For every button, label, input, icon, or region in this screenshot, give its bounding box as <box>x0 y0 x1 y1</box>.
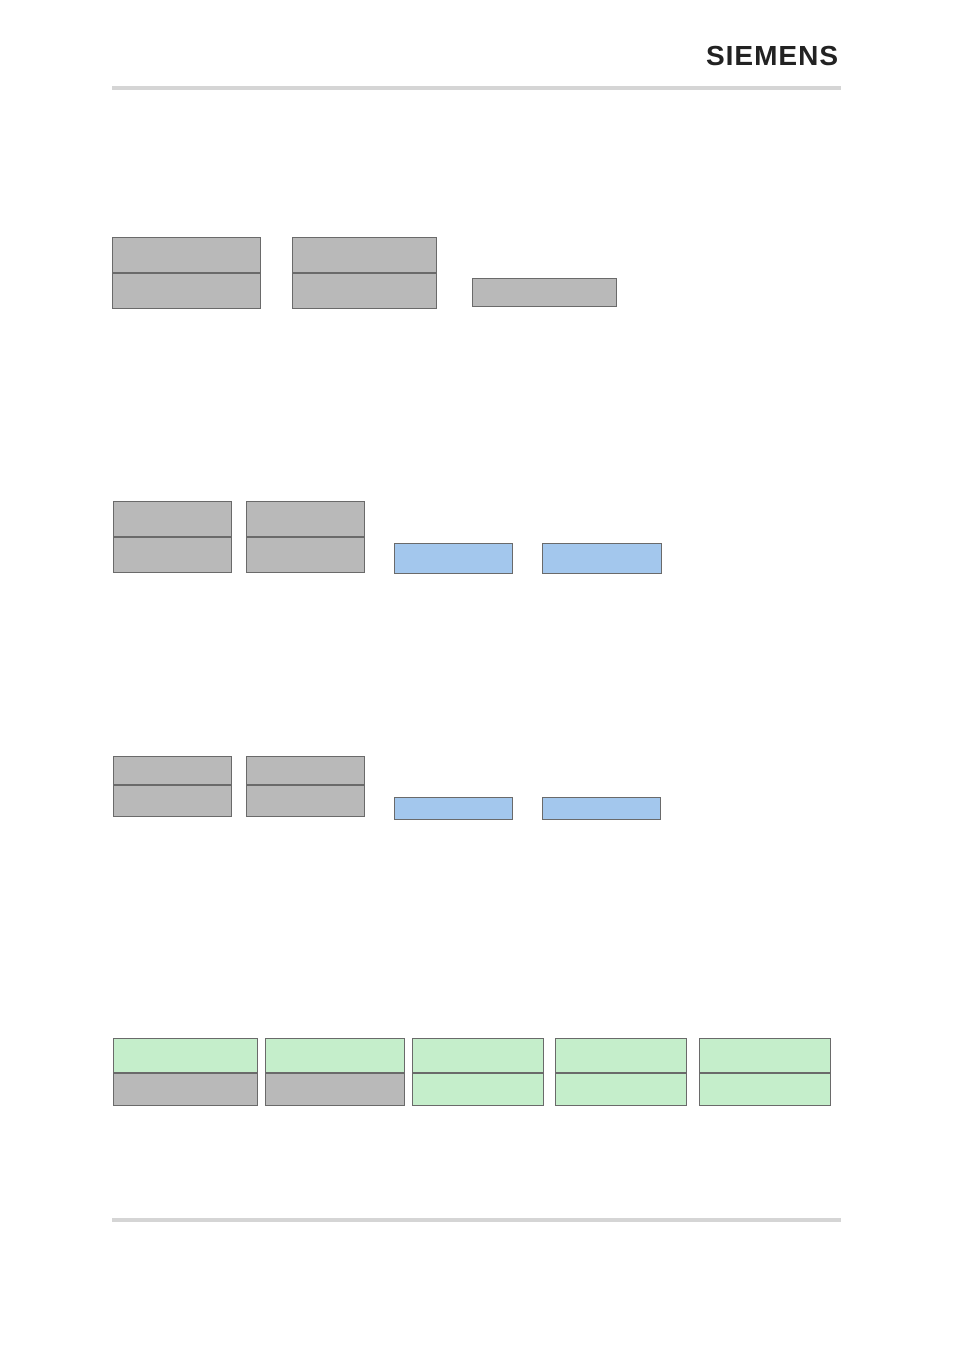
row3-group4-single <box>542 797 661 820</box>
row4-group1-top <box>113 1038 258 1073</box>
row2-group2-top <box>246 501 365 537</box>
row3-group3-single <box>394 797 513 820</box>
row4-group3-top <box>412 1038 544 1073</box>
row2-group4-single <box>542 543 662 574</box>
header-divider <box>112 86 841 90</box>
row4-group5-top <box>699 1038 831 1073</box>
brand-logo: SIEMENS <box>706 40 839 72</box>
footer-divider <box>112 1218 841 1222</box>
row4-group4-top <box>555 1038 687 1073</box>
row1-group2-bottom <box>292 273 437 309</box>
row2-group1-bottom <box>113 537 232 573</box>
row2-group2-bottom <box>246 537 365 573</box>
row1-group1-top <box>112 237 261 273</box>
row4-group2-top <box>265 1038 405 1073</box>
row4-group2-bottom <box>265 1073 405 1106</box>
row4-group3-bottom <box>412 1073 544 1106</box>
row1-group1-bottom <box>112 273 261 309</box>
row1-group2-top <box>292 237 437 273</box>
row4-group5-bottom <box>699 1073 831 1106</box>
row3-group1-top <box>113 756 232 785</box>
row2-group3-single <box>394 543 513 574</box>
row3-group2-top <box>246 756 365 785</box>
row3-group1-bottom <box>113 785 232 817</box>
row4-group4-bottom <box>555 1073 687 1106</box>
row1-group3-single <box>472 278 617 307</box>
row4-group1-bottom <box>113 1073 258 1106</box>
row3-group2-bottom <box>246 785 365 817</box>
row2-group1-top <box>113 501 232 537</box>
